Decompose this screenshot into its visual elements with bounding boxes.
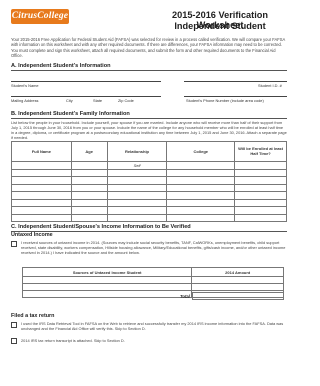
untaxed-income-checkbox[interactable] — [11, 241, 17, 247]
name-cell[interactable] — [11, 168, 72, 177]
source-cell[interactable] — [21, 290, 193, 298]
table-row — [11, 168, 287, 177]
col-age: Age — [70, 141, 108, 162]
amount-cell[interactable] — [191, 283, 284, 291]
untaxed-header-row: Sources of Untaxed Income Student 2014 A… — [21, 267, 284, 277]
section-b-instructions: List below the people in your household.… — [11, 120, 287, 140]
verification-worksheet-page: CitrusCollege 2015-2016 Verification Wor… — [0, 0, 298, 386]
college-cell[interactable] — [166, 176, 236, 185]
data-retrieval-text: I used the IRS Data Retrieval Tool in FA… — [21, 321, 284, 331]
name-cell[interactable] — [11, 206, 72, 215]
amount-cell[interactable] — [191, 276, 284, 284]
total-field[interactable] — [192, 292, 284, 300]
relationship-cell[interactable] — [106, 198, 168, 207]
tax-return-heading: Filed a tax return — [11, 313, 55, 319]
table-row: Self — [11, 161, 287, 170]
enrolled-cell[interactable] — [234, 183, 287, 192]
age-cell[interactable] — [70, 176, 108, 185]
worksheet-subtitle: Independent Student — [174, 21, 266, 31]
source-cell[interactable] — [21, 276, 193, 284]
table-row — [11, 183, 287, 192]
college-cell[interactable] — [166, 191, 236, 200]
phone-label: Student's Phone Number (include area cod… — [186, 98, 264, 103]
enrolled-cell[interactable] — [234, 198, 287, 207]
relationship-self-cell: Self — [106, 161, 168, 170]
table-row — [11, 191, 287, 200]
intro-paragraph: Your 2015-2016 Free Application for Fede… — [11, 37, 285, 59]
household-header-row: Full Name Age Relationship College Will … — [11, 141, 287, 162]
state-label: State — [93, 98, 103, 103]
enrolled-cell[interactable] — [234, 213, 287, 222]
household-table: Full Name Age Relationship College Will … — [11, 141, 287, 222]
college-cell[interactable] — [166, 161, 236, 170]
section-b-heading: B. Independent Student's Family Informat… — [11, 111, 130, 117]
section-c-heading: C. Independent Student/Spouse's Income I… — [11, 224, 191, 230]
mailing-address-label: Mailing Address — [11, 98, 39, 103]
college-cell[interactable] — [166, 198, 236, 207]
enrolled-cell[interactable] — [234, 176, 287, 185]
student-id-label: Student I.D. # — [258, 83, 282, 88]
student-name-label: Student's Name — [11, 83, 39, 88]
address-field[interactable] — [11, 96, 161, 97]
enrolled-cell[interactable] — [234, 206, 287, 215]
table-row — [11, 213, 287, 222]
col-college: College — [166, 141, 236, 162]
enrolled-cell[interactable] — [234, 161, 287, 170]
table-row — [21, 283, 284, 291]
college-cell[interactable] — [166, 168, 236, 177]
col-untaxed-source: Sources of Untaxed Income Student — [21, 267, 193, 277]
relationship-cell[interactable] — [106, 168, 168, 177]
name-cell[interactable] — [11, 183, 72, 192]
age-cell[interactable] — [70, 198, 108, 207]
name-cell[interactable] — [11, 213, 72, 222]
student-id-field[interactable] — [184, 81, 287, 82]
college-cell[interactable] — [166, 213, 236, 222]
relationship-cell[interactable] — [106, 183, 168, 192]
age-cell[interactable] — [70, 183, 108, 192]
age-cell[interactable] — [70, 213, 108, 222]
untaxed-income-text: I received sources of untaxed income in … — [21, 240, 286, 255]
age-cell[interactable] — [70, 206, 108, 215]
relationship-cell[interactable] — [106, 213, 168, 222]
age-cell[interactable] — [70, 161, 108, 170]
relationship-cell[interactable] — [106, 191, 168, 200]
col-relationship: Relationship — [106, 141, 168, 162]
age-cell[interactable] — [70, 168, 108, 177]
tax-transcript-text: 2014 IRS tax return transcript is attach… — [21, 338, 125, 343]
section-b-rule — [11, 118, 287, 119]
name-cell[interactable] — [11, 176, 72, 185]
enrolled-cell[interactable] — [234, 191, 287, 200]
zip-label: Zip Code — [118, 98, 134, 103]
table-row — [11, 176, 287, 185]
untaxed-income-heading: Untaxed Income — [11, 232, 53, 238]
phone-field[interactable] — [184, 96, 287, 97]
college-logo: CitrusCollege — [11, 9, 69, 24]
name-cell[interactable] — [11, 198, 72, 207]
section-a-heading: A. Independent Student's Information — [11, 63, 111, 69]
source-cell[interactable] — [21, 283, 193, 291]
college-cell[interactable] — [166, 206, 236, 215]
col-full-name: Full Name — [11, 141, 72, 162]
logo-text: CitrusCollege — [11, 11, 69, 21]
table-row — [11, 198, 287, 207]
name-cell[interactable] — [11, 191, 72, 200]
relationship-cell[interactable] — [106, 176, 168, 185]
total-label: Total — [180, 294, 190, 299]
age-cell[interactable] — [70, 191, 108, 200]
col-enrolled-half-time: Will be Enrolled at least Half Time? — [234, 141, 287, 162]
enrolled-cell[interactable] — [234, 168, 287, 177]
name-cell[interactable] — [11, 161, 72, 170]
city-label: City — [66, 98, 73, 103]
table-row — [11, 206, 287, 215]
table-row — [21, 276, 284, 284]
data-retrieval-checkbox[interactable] — [11, 322, 17, 328]
college-cell[interactable] — [166, 183, 236, 192]
tax-transcript-checkbox[interactable] — [11, 338, 17, 344]
section-a-rule — [11, 70, 287, 71]
col-2014-amount: 2014 Amount — [191, 267, 284, 277]
student-name-field[interactable] — [11, 81, 161, 82]
relationship-cell[interactable] — [106, 206, 168, 215]
